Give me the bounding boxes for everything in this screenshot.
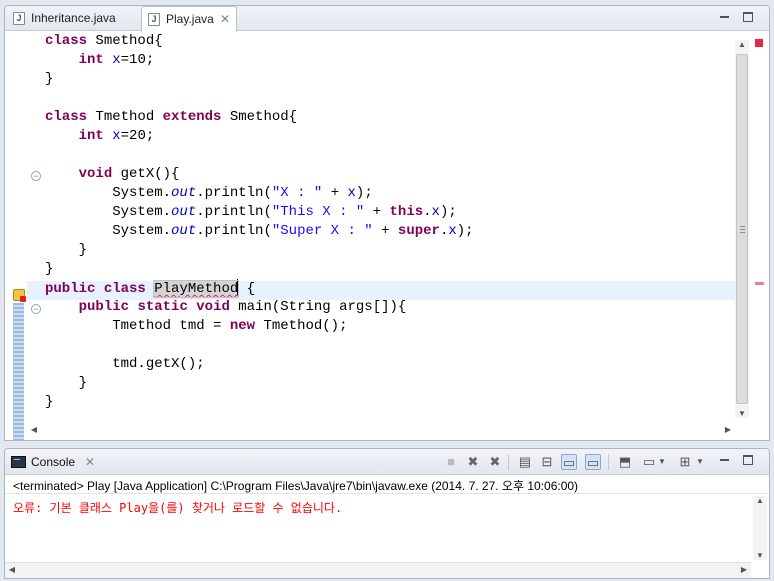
chevron-down-icon[interactable]: ▼: [657, 454, 667, 470]
minimize-icon[interactable]: [719, 454, 731, 466]
scroll-up-arrow-icon[interactable]: ▲: [753, 496, 767, 505]
tab-label: Play.java: [166, 12, 214, 26]
code-line[interactable]: }: [45, 393, 735, 412]
code-line[interactable]: Tmethod tmd = new Tmethod();: [45, 317, 735, 336]
scrollbar-thumb[interactable]: [736, 54, 748, 404]
remove-launch-icon[interactable]: ✖: [465, 454, 481, 470]
code-line[interactable]: }: [45, 241, 735, 260]
fold-collapse-icon[interactable]: −: [31, 171, 41, 181]
show-on-stdout-icon[interactable]: ▭: [561, 454, 577, 470]
overview-ruler[interactable]: [751, 32, 769, 440]
code-line[interactable]: class Tmethod extends Smethod{: [45, 108, 735, 127]
console-horizontal-scrollbar[interactable]: ◀ ▶: [5, 562, 751, 578]
show-on-stderr-icon[interactable]: ▭: [585, 454, 601, 470]
occurrence-marker[interactable]: [755, 282, 764, 285]
console-output-area[interactable]: 오류: 기본 클래스 Play을(를) 찾거나 로드할 수 없습니다. ▲ ▼ …: [5, 493, 769, 578]
console-icon: [11, 456, 26, 468]
editor-horizontal-scrollbar[interactable]: ◀ ▶: [27, 422, 735, 440]
minimize-icon[interactable]: [719, 11, 731, 23]
tab-play-java[interactable]: J Play.java ✕: [141, 6, 237, 32]
tab-inheritance-java[interactable]: J Inheritance.java: [7, 6, 141, 31]
code-line[interactable]: int x=20;: [45, 127, 735, 146]
java-file-icon: J: [148, 13, 160, 26]
code-line[interactable]: }: [45, 260, 735, 279]
terminate-icon[interactable]: ■: [443, 454, 459, 470]
pin-console-icon[interactable]: ⬒: [617, 454, 633, 470]
scroll-down-arrow-icon[interactable]: ▼: [753, 551, 767, 560]
code-line[interactable]: }: [45, 70, 735, 89]
code-line[interactable]: [45, 336, 735, 355]
code-line[interactable]: [45, 89, 735, 108]
code-line[interactable]: public static void main(String args[]){: [45, 298, 735, 317]
console-tab-label: Console: [31, 455, 76, 469]
code-line[interactable]: public class PlayMethod {: [45, 279, 735, 298]
code-line[interactable]: class Smethod{: [45, 32, 735, 51]
editor-pane: J Inheritance.java J Play.java ✕ − − cla…: [4, 5, 770, 441]
clear-console-icon[interactable]: ▤: [517, 454, 533, 470]
java-file-icon: J: [13, 12, 25, 25]
code-editor[interactable]: class Smethod{ int x=10;} class Tmethod e…: [45, 32, 735, 412]
console-vertical-scrollbar[interactable]: ▲ ▼: [753, 496, 767, 560]
console-toolbar: Console ✕ ■ ✖ ✖ ▤ ⊟ ▭ ▭ ⬒ ▭ ▼ ⊞ ▼: [5, 449, 769, 475]
code-line[interactable]: void getX(){: [45, 165, 735, 184]
close-tab-icon[interactable]: ✕: [220, 7, 230, 32]
scroll-right-arrow-icon[interactable]: ▶: [721, 425, 735, 434]
scroll-down-arrow-icon[interactable]: ▼: [735, 409, 749, 418]
scroll-up-arrow-icon[interactable]: ▲: [735, 40, 749, 49]
code-line[interactable]: }: [45, 374, 735, 393]
scroll-left-arrow-icon[interactable]: ◀: [5, 565, 19, 574]
maximize-icon[interactable]: [743, 12, 753, 22]
console-pane: Console ✕ ■ ✖ ✖ ▤ ⊟ ▭ ▭ ⬒ ▭ ▼ ⊞ ▼ <termi…: [4, 448, 770, 579]
editor-tab-bar: J Inheritance.java J Play.java ✕: [5, 6, 769, 32]
code-line[interactable]: System.out.println("This X : " + this.x)…: [45, 203, 735, 222]
code-line[interactable]: [45, 146, 735, 165]
code-line[interactable]: System.out.println("Super X : " + super.…: [45, 222, 735, 241]
annotation-gutter: [5, 32, 27, 440]
close-tab-icon[interactable]: ✕: [85, 449, 95, 475]
process-description: <terminated> Play [Java Application] C:\…: [13, 479, 579, 493]
scroll-lock-icon[interactable]: ⊟: [539, 454, 555, 470]
console-error-text: 오류: 기본 클래스 Play을(를) 찾거나 로드할 수 없습니다.: [13, 501, 343, 515]
error-indicator-icon[interactable]: [755, 39, 763, 47]
editor-vertical-scrollbar[interactable]: ▲ ▼: [735, 40, 749, 418]
maximize-icon[interactable]: [743, 455, 753, 465]
scroll-left-arrow-icon[interactable]: ◀: [27, 425, 41, 434]
error-marker-icon[interactable]: [13, 289, 26, 302]
open-console-icon[interactable]: ⊞: [677, 454, 693, 470]
scroll-right-arrow-icon[interactable]: ▶: [737, 565, 751, 574]
code-line[interactable]: int x=10;: [45, 51, 735, 70]
tab-label: Inheritance.java: [31, 11, 116, 25]
remove-all-terminated-icon[interactable]: ✖: [487, 454, 503, 470]
code-line[interactable]: tmd.getX();: [45, 355, 735, 374]
display-selected-console-icon[interactable]: ▭: [641, 454, 657, 470]
chevron-down-icon[interactable]: ▼: [695, 454, 705, 470]
tab-console[interactable]: Console ✕: [5, 449, 101, 475]
fold-collapse-icon[interactable]: −: [31, 304, 41, 314]
code-line[interactable]: System.out.println("X : " + x);: [45, 184, 735, 203]
quick-diff-change-bar: [13, 303, 24, 440]
